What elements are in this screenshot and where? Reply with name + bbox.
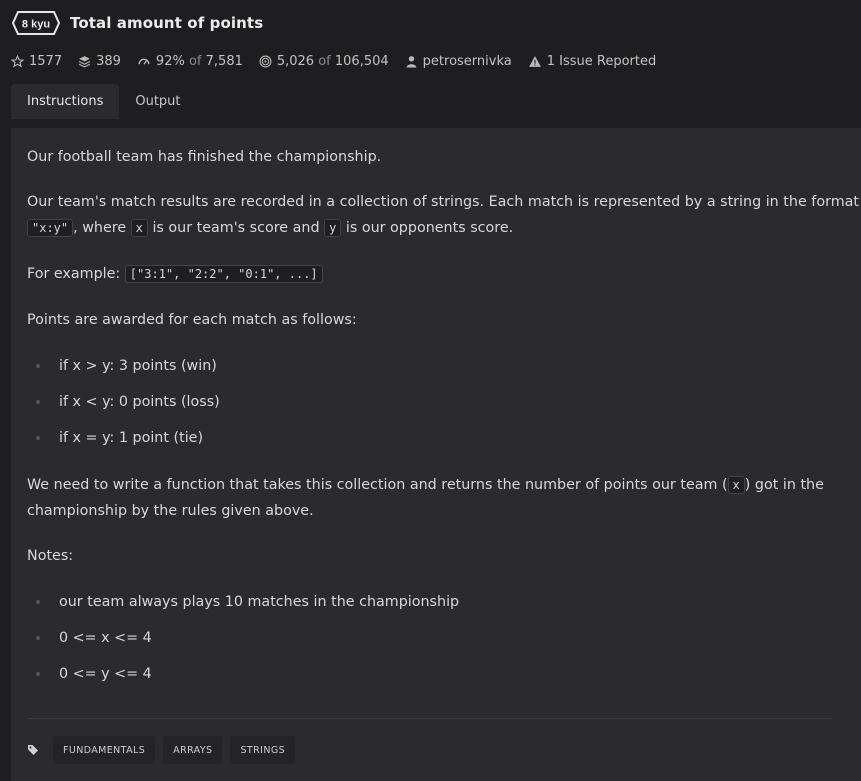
stars-count: 1577 [29, 53, 63, 69]
tag-strings[interactable]: STRINGS [230, 736, 296, 764]
list-bullet [36, 364, 40, 368]
tag-icon [28, 745, 38, 755]
satisfaction-percent: 92% [155, 53, 185, 69]
tag-arrays[interactable]: ARRAYS [163, 736, 223, 764]
tag-list: FUNDAMENTALS ARRAYS STRINGS [27, 736, 296, 764]
list-bullet [36, 400, 40, 404]
collections-count: 389 [96, 53, 121, 69]
list-item: 0 <= y <= 4 [59, 666, 152, 682]
gauge-icon [138, 58, 150, 65]
notes-label: Notes: [27, 548, 74, 564]
inline-code: "x:y" [27, 219, 74, 237]
text-fragment: For example: [27, 266, 121, 282]
satisfaction-of: of [188, 53, 202, 69]
list-item: if x < y: 0 points (loss) [59, 394, 220, 410]
kata-title: Total amount of points [70, 14, 264, 32]
completed-stat: 5,026 of 106,504 [259, 54, 389, 69]
rank-badge: 8 kyu [12, 11, 60, 35]
tab-output[interactable]: Output [119, 84, 196, 119]
inline-code: x [130, 219, 148, 237]
kata-header: 8 kyu Total amount of points [12, 10, 263, 36]
list-item: 0 <= x <= 4 [59, 630, 152, 646]
list-item: our team always plays 10 matches in the … [59, 594, 460, 610]
rank-badge-hexagon-icon: 8 kyu [12, 11, 60, 35]
list-bullet [36, 636, 40, 640]
star-icon [11, 54, 24, 68]
stack-icon [78, 55, 91, 68]
description-paragraph: Points are awarded for each match as fol… [27, 312, 357, 328]
satisfaction-stat: 92% of 7,581 [137, 54, 243, 69]
kata-stats: 1577 389 92% of 7,581 5,026 of 106,504 p… [11, 52, 672, 70]
inline-code: ["3:1", "2:2", "0:1", ...] [124, 265, 323, 283]
author-name[interactable]: petrosernivka [423, 54, 512, 69]
completed-total: 106,504 [334, 53, 389, 69]
list-bullet [36, 600, 40, 604]
divider [27, 718, 832, 719]
list-item: if x > y: 3 points (win) [59, 358, 217, 374]
instructions-panel: Our football team has finished the champ… [11, 128, 861, 781]
tab-instructions[interactable]: Instructions [11, 84, 120, 119]
tag-fundamentals[interactable]: FUNDAMENTALS [53, 736, 156, 764]
tab-bar: Instructions Output [11, 84, 197, 119]
inline-code: x [727, 476, 745, 494]
user-icon [406, 55, 417, 67]
completed-of: of [318, 53, 331, 69]
collections-stat[interactable]: 389 [78, 54, 121, 69]
description-paragraph: "x:y", where x is our team's score and y… [27, 215, 513, 241]
text-fragment: ) got in the [744, 477, 824, 493]
satisfaction-total: 7,581 [205, 53, 243, 69]
issues-stat[interactable]: 1 Issue Reported [528, 54, 657, 69]
warning-icon [528, 55, 541, 67]
text-fragment: , where [73, 220, 127, 236]
description-paragraph: championship by the rules given above. [27, 503, 314, 519]
text-fragment: is our opponents score. [345, 220, 514, 236]
stars-stat[interactable]: 1577 [11, 54, 62, 69]
description-paragraph: For example: ["3:1", "2:2", "0:1", ...] [27, 261, 323, 287]
list-bullet [36, 672, 40, 676]
completed-count: 5,026 [276, 53, 315, 69]
inline-code: y [324, 219, 342, 237]
issues-text[interactable]: 1 Issue Reported [547, 54, 657, 69]
description-paragraph: Our football team has finished the champ… [27, 149, 382, 165]
text-fragment: We need to write a function that takes t… [27, 477, 728, 493]
target-icon [259, 55, 272, 67]
description-paragraph: We need to write a function that takes t… [27, 472, 824, 498]
text-fragment: is our team's score and [152, 220, 320, 236]
list-item: if x = y: 1 point (tie) [59, 430, 204, 446]
list-bullet [36, 436, 40, 440]
author-stat[interactable]: petrosernivka [405, 54, 512, 69]
rank-label: 8 kyu [22, 19, 50, 31]
description-paragraph: Our team's match results are recorded in… [27, 194, 859, 210]
